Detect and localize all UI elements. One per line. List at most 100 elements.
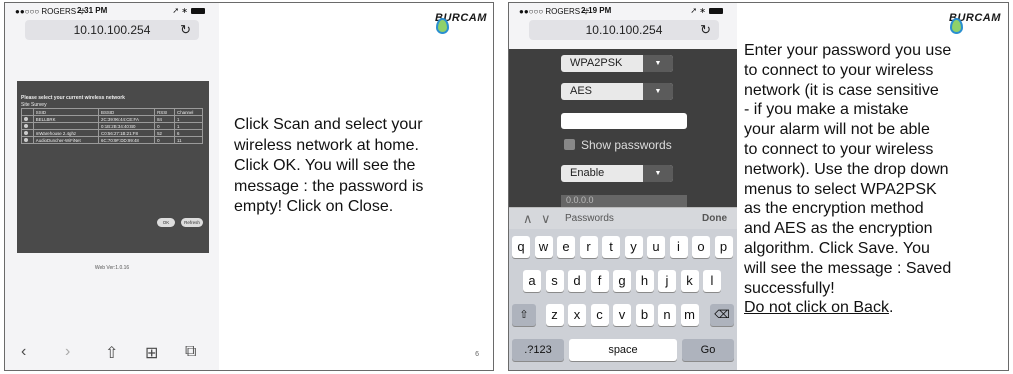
key-n[interactable]: n bbox=[658, 304, 676, 326]
key-t[interactable]: t bbox=[602, 236, 620, 258]
col-rssi: RSSI bbox=[154, 108, 176, 116]
status-bar: ●●○○○ ROGERS ᯤ 2:31 PM ➚ ∗ bbox=[5, 3, 219, 18]
shift-icon[interactable]: ⇧ bbox=[512, 304, 536, 326]
key-w[interactable]: w bbox=[534, 236, 553, 258]
back-icon[interactable]: ‹ bbox=[21, 343, 26, 361]
instruction-line: message : the password is bbox=[234, 177, 424, 195]
key-x[interactable]: x bbox=[568, 304, 586, 326]
show-passwords-label: Show passwords bbox=[581, 138, 672, 152]
instruction-line: and AES as the encryption bbox=[744, 220, 933, 238]
instruction-line: to connect to your wireless bbox=[744, 140, 934, 158]
key-i[interactable]: i bbox=[669, 236, 688, 258]
key-e[interactable]: e bbox=[557, 236, 575, 258]
address-bar[interactable]: 10.10.100.254 ↻ bbox=[529, 20, 719, 40]
previous-field-icon[interactable]: ∧ bbox=[523, 211, 533, 227]
key-h[interactable]: h bbox=[635, 270, 654, 292]
location-bluetooth-icons: ➚ ∗ bbox=[172, 6, 188, 15]
carrier-label: ●●○○○ ROGERS ᯤ bbox=[519, 7, 590, 16]
address-bar[interactable]: 10.10.100.254 ↻ bbox=[25, 20, 199, 40]
dropdown-arrow-icon: ▼ bbox=[643, 83, 673, 100]
selected-value: Enable bbox=[570, 167, 605, 179]
field-label: Passwords bbox=[565, 213, 614, 224]
forward-icon[interactable]: › bbox=[65, 343, 70, 361]
site-survey-table: SSID BSSID RSSI Channel BELLBRK 2C:39:96… bbox=[21, 108, 203, 144]
key-r[interactable]: r bbox=[579, 236, 598, 258]
encryption-method-select[interactable]: WPA2PSK ▼ bbox=[561, 55, 673, 72]
bssid-cell: 2C:39:96:44:CE:FA bbox=[98, 115, 156, 123]
water-drop-icon bbox=[950, 18, 963, 34]
instruction-line: menus to select WPA2PSK bbox=[744, 180, 937, 198]
table-row[interactable]: 0:1B:2B:34:40:B0 0 1 bbox=[21, 122, 203, 130]
phone-screenshot-1: ●●○○○ ROGERS ᯤ 2:31 PM ➚ ∗ 10.10.100.254… bbox=[5, 3, 219, 370]
key-k[interactable]: k bbox=[680, 270, 699, 292]
password-input[interactable] bbox=[561, 113, 687, 129]
key-m[interactable]: m bbox=[680, 304, 699, 326]
key-y[interactable]: y bbox=[624, 236, 643, 258]
instruction-line: network). Use the drop down bbox=[744, 160, 949, 178]
dropdown-arrow-icon: ▼ bbox=[643, 55, 673, 72]
next-field-icon[interactable]: ∨ bbox=[541, 211, 551, 227]
table-row[interactable]: BELLBRK 2C:39:96:44:CE:FA 84 1 bbox=[21, 115, 203, 123]
burcam-logo: BURCAM bbox=[435, 12, 493, 40]
instruction-line: Enter your password you use bbox=[744, 42, 952, 59]
backspace-icon[interactable]: ⌫ bbox=[710, 304, 734, 326]
dropdown-arrow-icon: ▼ bbox=[643, 165, 673, 182]
space-key[interactable]: space bbox=[569, 339, 677, 361]
enable-select[interactable]: Enable ▼ bbox=[561, 165, 673, 182]
key-q[interactable]: q bbox=[512, 236, 530, 258]
tabs-icon[interactable]: ⧉ bbox=[185, 343, 196, 361]
key-j[interactable]: j bbox=[658, 270, 676, 292]
key-l[interactable]: l bbox=[703, 270, 721, 292]
instruction-line: will see the message : Saved bbox=[744, 259, 952, 277]
ok-button[interactable]: OK bbox=[157, 218, 175, 227]
key-a[interactable]: a bbox=[523, 270, 541, 292]
key-v[interactable]: v bbox=[613, 304, 631, 326]
phone-screenshot-2: ●●○○○ ROGERS ᯤ 2:19 PM ➚ ∗ 10.10.100.254… bbox=[509, 3, 737, 370]
instruction-text-2: Enter your password you use to connect t… bbox=[744, 41, 951, 318]
table-row[interactable]: mWarehouse 2.4ghz C0:56:27:1B:21:F8 52 6 bbox=[21, 129, 203, 137]
col-channel: Channel bbox=[174, 108, 203, 116]
reload-icon[interactable]: ↻ bbox=[700, 20, 711, 40]
instruction-line: as the encryption method bbox=[744, 200, 924, 218]
key-b[interactable]: b bbox=[635, 304, 654, 326]
status-icons: ➚ ∗ bbox=[690, 6, 723, 15]
channel-cell: 1 bbox=[174, 115, 203, 123]
radio-button[interactable] bbox=[21, 136, 34, 144]
col-select bbox=[21, 108, 34, 116]
show-passwords-checkbox[interactable] bbox=[564, 139, 575, 150]
ssid-cell: mWarehouse 2.4ghz bbox=[32, 129, 100, 137]
encryption-algorithm-select[interactable]: AES ▼ bbox=[561, 83, 673, 100]
bssid-cell: 0:1B:2B:34:40:B0 bbox=[98, 122, 156, 130]
wifi-security-form: WPA2PSK ▼ AES ▼ Show passwords Enable ▼ … bbox=[509, 49, 737, 209]
slide-panel-1: ●●○○○ ROGERS ᯤ 2:31 PM ➚ ∗ 10.10.100.254… bbox=[4, 2, 494, 371]
key-u[interactable]: u bbox=[647, 236, 665, 258]
battery-icon bbox=[709, 7, 723, 14]
key-c[interactable]: c bbox=[590, 304, 609, 326]
key-s[interactable]: s bbox=[545, 270, 564, 292]
key-d[interactable]: d bbox=[568, 270, 586, 292]
radio-button[interactable] bbox=[21, 122, 34, 130]
radio-button[interactable] bbox=[21, 115, 34, 123]
ssid-cell bbox=[32, 122, 100, 130]
key-g[interactable]: g bbox=[613, 270, 631, 292]
numbers-key[interactable]: .?123 bbox=[512, 339, 564, 361]
reload-icon[interactable]: ↻ bbox=[180, 20, 191, 40]
key-f[interactable]: f bbox=[590, 270, 609, 292]
key-z[interactable]: z bbox=[545, 304, 564, 326]
refresh-button[interactable]: Refresh bbox=[181, 218, 203, 227]
slide-panel-2: ●●○○○ ROGERS ᯤ 2:19 PM ➚ ∗ 10.10.100.254… bbox=[508, 2, 1009, 371]
radio-button[interactable] bbox=[21, 129, 34, 137]
key-o[interactable]: o bbox=[692, 236, 710, 258]
key-p[interactable]: p bbox=[714, 236, 733, 258]
clock: 2:31 PM bbox=[77, 6, 108, 15]
rssi-cell: 0 bbox=[154, 136, 176, 144]
instruction-line: to connect to your wireless bbox=[744, 61, 934, 79]
wifi-select-dialog: Please select your current wireless netw… bbox=[17, 81, 209, 253]
go-key[interactable]: Go bbox=[682, 339, 734, 361]
col-ssid: SSID bbox=[32, 108, 100, 116]
share-icon[interactable]: ⇧ bbox=[105, 343, 118, 363]
done-button[interactable]: Done bbox=[702, 213, 727, 224]
battery-icon bbox=[191, 7, 205, 14]
table-row[interactable]: AudioDuncher-WiFiNet 6C:70:9F:DD:99:48 0… bbox=[21, 136, 203, 144]
bookmarks-icon[interactable]: ⊞ bbox=[145, 343, 158, 363]
